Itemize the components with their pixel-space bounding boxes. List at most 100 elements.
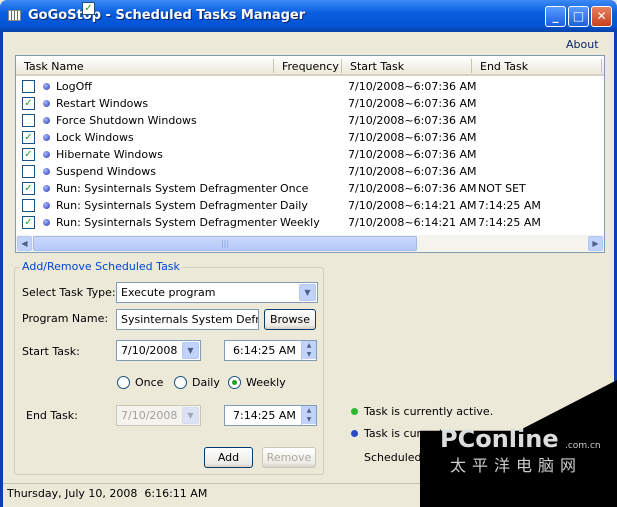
task-checkbox[interactable]: ✓ xyxy=(22,131,35,144)
task-checkbox[interactable] xyxy=(22,114,35,127)
table-row[interactable]: ✓ Run: Sysinternals System Defragmenter … xyxy=(16,180,604,197)
window-frame xyxy=(0,32,3,507)
horizontal-scrollbar[interactable]: ◀ ||| ▶ xyxy=(16,235,604,252)
task-checkbox[interactable] xyxy=(22,80,35,93)
end-date-picker[interactable]: 7/10/2008 ▼ xyxy=(116,405,201,426)
table-row[interactable]: Run: Sysinternals System Defragmenter Da… xyxy=(16,197,604,214)
radio-daily[interactable] xyxy=(174,376,187,389)
calendar-dropdown-icon[interactable]: ▼ xyxy=(182,407,199,424)
watermark-logo: .com.cn xyxy=(565,441,601,451)
inactive-status-icon xyxy=(43,185,50,192)
task-end: NOT SET xyxy=(478,182,526,195)
inactive-status-icon xyxy=(43,83,50,90)
task-name: Lock Windows xyxy=(56,131,134,144)
task-name: Suspend Windows xyxy=(56,165,156,178)
task-name: Run: Sysinternals System Defragmenter xyxy=(56,182,277,195)
task-name: Run: Sysinternals System Defragmenter xyxy=(56,199,277,212)
table-row[interactable]: ✓ Hibernate Windows 7/10/2008~6:07:36 AM xyxy=(16,146,604,163)
inactive-status-icon xyxy=(43,151,50,158)
task-name: Run: Sysinternals System Defragmenter xyxy=(56,216,277,229)
task-start: 7/10/2008~6:07:36 AM xyxy=(348,131,477,144)
task-start: 7/10/2008~6:07:36 AM xyxy=(348,165,477,178)
task-checkbox[interactable]: ✓ xyxy=(22,97,35,110)
task-end: 7:14:25 AM xyxy=(478,216,541,229)
end-task-label: End Task: xyxy=(26,409,78,422)
status-datetime: Thursday, July 10, 2008 6:16:11 AM xyxy=(7,487,208,500)
radio-daily-label[interactable]: Daily xyxy=(192,376,220,389)
inactive-status-icon xyxy=(43,219,50,226)
inactive-status-icon xyxy=(43,168,50,175)
column-end-task[interactable]: End Task xyxy=(480,60,528,73)
browse-button[interactable]: Browse xyxy=(264,309,316,330)
remove-button: Remove xyxy=(262,447,316,468)
start-time-value: 6:14:25 AM xyxy=(233,344,296,357)
inactive-status-icon xyxy=(351,430,358,437)
task-checkbox[interactable] xyxy=(22,165,35,178)
task-checkbox[interactable] xyxy=(22,199,35,212)
list-header: Task Name Frequency Start Task End Task xyxy=(16,56,604,76)
start-task-label: Start Task: xyxy=(22,345,80,358)
task-start: 7/10/2008~6:07:36 AM xyxy=(348,182,477,195)
table-row[interactable]: ✓ Restart Windows 7/10/2008~6:07:36 AM xyxy=(16,95,604,112)
table-row[interactable]: ✓ Run: Sysinternals System Defragmenter … xyxy=(16,214,604,231)
start-time-input[interactable]: 6:14:25 AM ▲ ▼ xyxy=(224,340,317,361)
radio-weekly[interactable] xyxy=(228,376,241,389)
close-button[interactable]: ✕ xyxy=(591,6,612,27)
radio-once-label[interactable]: Once xyxy=(135,376,163,389)
start-date-picker[interactable]: 7/10/2008 ▼ xyxy=(116,340,201,361)
task-list[interactable]: Task Name Frequency Start Task End Task … xyxy=(15,55,605,253)
task-name: LogOff xyxy=(56,80,92,93)
program-name-input[interactable]: Sysinternals System Defragmenter xyxy=(116,309,259,330)
end-task-checkbox[interactable]: ✓ xyxy=(82,2,95,15)
legend-active: Task is currently active. xyxy=(364,405,494,418)
task-name: Restart Windows xyxy=(56,97,149,110)
end-date-value: 7/10/2008 xyxy=(121,409,178,422)
watermark-logo: 太平洋电脑网 xyxy=(450,456,583,475)
minimize-button[interactable]: _ xyxy=(545,6,566,27)
program-name-label: Program Name: xyxy=(22,312,109,325)
scroll-left-button[interactable]: ◀ xyxy=(17,236,32,251)
inactive-status-icon xyxy=(43,134,50,141)
app-icon xyxy=(8,10,21,21)
task-type-select[interactable]: Execute program ▼ xyxy=(116,282,318,303)
task-start: 7/10/2008~6:14:21 AM xyxy=(348,216,477,229)
table-row[interactable]: ✓ Lock Windows 7/10/2008~6:07:36 AM xyxy=(16,129,604,146)
window-title: GoGoStop - Scheduled Tasks Manager xyxy=(28,8,306,23)
task-start: 7/10/2008~6:07:36 AM xyxy=(348,148,477,161)
active-status-icon xyxy=(351,408,358,415)
chevron-down-icon[interactable]: ▼ xyxy=(299,284,316,301)
task-type-value: Execute program xyxy=(121,286,216,299)
scroll-thumb[interactable]: ||| xyxy=(33,236,417,251)
task-checkbox[interactable]: ✓ xyxy=(22,182,35,195)
task-checkbox[interactable]: ✓ xyxy=(22,216,35,229)
task-start: 7/10/2008~6:07:36 AM xyxy=(348,114,477,127)
inactive-status-icon xyxy=(43,202,50,209)
column-task-name[interactable]: Task Name xyxy=(24,60,84,73)
radio-weekly-label[interactable]: Weekly xyxy=(246,376,286,389)
table-row[interactable]: LogOff 7/10/2008~6:07:36 AM xyxy=(16,78,604,95)
task-frequency: Weekly xyxy=(280,216,320,229)
end-time-value: 7:14:25 AM xyxy=(233,409,296,422)
task-type-label: Select Task Type: xyxy=(22,286,116,299)
column-frequency[interactable]: Frequency xyxy=(282,60,339,73)
scroll-right-button[interactable]: ▶ xyxy=(588,236,603,251)
end-time-spinner[interactable]: ▲ ▼ xyxy=(301,406,316,425)
task-frequency: Once xyxy=(280,182,309,195)
task-frequency: Daily xyxy=(280,199,308,212)
maximize-button[interactable]: □ xyxy=(568,6,589,27)
column-start-task[interactable]: Start Task xyxy=(350,60,404,73)
add-button[interactable]: Add xyxy=(204,447,253,468)
task-end: 7:14:25 AM xyxy=(478,199,541,212)
about-link[interactable]: About xyxy=(566,38,599,51)
task-start: 7/10/2008~6:14:21 AM xyxy=(348,199,477,212)
inactive-status-icon xyxy=(43,100,50,107)
task-checkbox[interactable]: ✓ xyxy=(22,148,35,161)
start-time-spinner[interactable]: ▲ ▼ xyxy=(301,341,316,360)
end-time-input[interactable]: 7:14:25 AM ▲ ▼ xyxy=(224,405,317,426)
task-start: 7/10/2008~6:07:36 AM xyxy=(348,97,477,110)
radio-once[interactable] xyxy=(117,376,130,389)
table-row[interactable]: Suspend Windows 7/10/2008~6:07:36 AM xyxy=(16,163,604,180)
start-date-value: 7/10/2008 xyxy=(121,344,178,357)
table-row[interactable]: Force Shutdown Windows 7/10/2008~6:07:36… xyxy=(16,112,604,129)
calendar-dropdown-icon[interactable]: ▼ xyxy=(182,342,199,359)
